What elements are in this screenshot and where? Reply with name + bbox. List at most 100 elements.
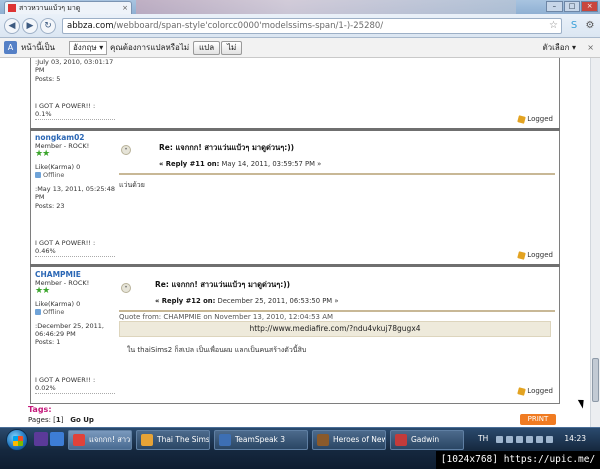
print-button[interactable]: PRINT <box>520 414 556 425</box>
chrome-icon <box>73 434 85 446</box>
firefox-icon <box>141 434 153 446</box>
close-window-icon[interactable]: × <box>581 1 599 12</box>
taskbar-item[interactable]: Gadwin <box>390 430 464 450</box>
taskbar-item-label: Thai The Sims ... <box>157 435 210 444</box>
author-power: I GOT A POWER!! : 0.46% <box>35 239 95 255</box>
forward-arrow-icon[interactable]: ▶ <box>22 18 38 34</box>
teamspeak-icon <box>219 434 231 446</box>
reply-date: May 14, 2011, 03:59:57 PM » <box>221 160 322 168</box>
language-select[interactable]: อังกฤษ ▾ <box>69 41 108 55</box>
author-status: Offline <box>35 171 115 179</box>
author-power-percent: 0.02% <box>35 384 56 392</box>
post-previous-author-info: :July 03, 2010, 03:01:17 PM Posts: 5 <box>35 58 113 83</box>
post-reply-info: « Reply #12 on: December 25, 2011, 06:53… <box>155 297 338 305</box>
divider <box>35 393 115 394</box>
quicklaunch-icon[interactable] <box>34 432 48 446</box>
author-posts: Posts: 1 <box>35 338 61 346</box>
post-author-info: CHAMPMIE Member - ROCK! ★★ Like(Karma) 0… <box>35 271 104 346</box>
post-subject[interactable]: Re: แจกกก! สาวแว่นแบ้วๆ มาดูด่วนๆ:)) <box>159 142 294 154</box>
translate-icon: A <box>4 41 17 54</box>
quote-header: Quote from: CHAMPMIE on November 13, 201… <box>119 313 334 321</box>
author-power-label: I GOT A POWER!! : <box>35 376 96 384</box>
maximize-icon[interactable]: □ <box>563 1 581 12</box>
author-name-link[interactable]: nongkam02 <box>35 134 115 142</box>
tags-label: Tags: <box>28 405 52 414</box>
tray-icon[interactable] <box>496 436 503 443</box>
translate-options-menu[interactable]: ตัวเลือก ▾ <box>542 39 576 57</box>
logged-label: Logged <box>527 115 553 123</box>
browser-window: สาวหวานแบ้วๆ มาดู × – □ × ◀ ▶ ↻ abbza.co… <box>0 0 600 469</box>
back-arrow-icon[interactable]: ◀ <box>4 18 20 34</box>
rank-stars-icon: ★★ <box>35 286 50 296</box>
author-joined: :May 13, 2011, 05:25:48 <box>35 185 115 193</box>
post-icon: • <box>121 283 131 293</box>
translate-question: คุณต้องการแปลหรือไม่ <box>110 43 190 52</box>
no-translate-button[interactable]: ไม่ <box>221 41 243 55</box>
tab-strip: สาวหวานแบ้วๆ มาดู × – □ × <box>0 0 600 14</box>
pages-end: ] <box>60 416 64 424</box>
post-previous-power-label: I GOT A POWER!! : <box>35 102 96 110</box>
game-icon <box>317 434 329 446</box>
logged-label: Logged <box>527 387 553 395</box>
translate-bar: A หน้านี้เป็น อังกฤษ ▾ คุณต้องการแปลหรือ… <box>0 38 600 58</box>
taskbar-item[interactable]: Thai The Sims ... <box>136 430 210 450</box>
translate-button[interactable]: แปล <box>193 41 221 55</box>
screenshot-watermark: [1024x768] https://upic.me/ <box>436 451 600 469</box>
post-previous-power: I GOT A POWER!! : 0.1% <box>35 102 95 118</box>
browser-tab[interactable]: สาวหวานแบ้วๆ มาดู × <box>4 1 132 14</box>
mouse-cursor-icon <box>577 397 588 409</box>
tray-icon[interactable] <box>516 436 523 443</box>
taskbar-strip: แจกกก! สาวแว่น... Thai The Sims ... Team… <box>0 427 600 451</box>
post-subject[interactable]: Re: แจกกก! สาวแว่นแบ้วๆ มาดูด่วนๆ:)) <box>155 279 290 291</box>
skype-icon[interactable]: S <box>568 20 580 32</box>
reply-date: December 25, 2011, 06:53:50 PM » <box>217 297 339 305</box>
post-previous-date: :July 03, 2010, 03:01:17 <box>35 58 114 66</box>
post-header-rule <box>119 310 555 312</box>
divider <box>35 256 115 257</box>
reply-number[interactable]: « Reply #11 on: <box>159 160 219 168</box>
tray-icon[interactable] <box>536 436 543 443</box>
post-header-rule <box>119 173 555 175</box>
taskbar-item-label: แจกกก! สาวแว่น... <box>89 435 131 444</box>
tab-close-icon[interactable]: × <box>122 2 128 14</box>
quicklaunch-icon[interactable] <box>50 432 64 446</box>
tray-icon[interactable] <box>506 436 513 443</box>
offline-icon <box>35 309 41 315</box>
karma-icon <box>517 114 527 124</box>
taskbar-item-label: Heroes of New... <box>333 435 386 444</box>
author-power: I GOT A POWER!! : 0.02% <box>35 376 95 392</box>
taskbar-item[interactable]: TeamSpeak 3 <box>214 430 308 450</box>
reload-icon[interactable]: ↻ <box>40 18 56 34</box>
author-power-percent: 0.46% <box>35 247 56 255</box>
gadwin-icon <box>395 434 407 446</box>
post-icon: • <box>121 145 131 155</box>
scrollbar-thumb[interactable] <box>592 358 599 402</box>
post-previous: :July 03, 2010, 03:01:17 PM Posts: 5 I G… <box>30 58 560 130</box>
translate-close-icon[interactable]: × <box>587 39 594 57</box>
url-path: /webboard/span-style'colorcc0000'modelss… <box>113 21 384 31</box>
scrollbar[interactable] <box>590 58 600 427</box>
url-input[interactable]: abbza.com/webboard/span-style'colorcc000… <box>62 18 562 34</box>
wrench-icon[interactable]: ⚙ <box>584 20 596 32</box>
bookmark-star-icon[interactable]: ☆ <box>549 19 558 33</box>
author-name-link[interactable]: CHAMPMIE <box>35 271 104 279</box>
window-controls: – □ × <box>546 1 599 12</box>
quote-link[interactable]: http://www.mediafire.com/?ndu4vkuj78gugx… <box>119 321 551 337</box>
rank-stars-icon: ★★ <box>35 149 50 159</box>
author-status: Offline <box>35 308 104 316</box>
post-reply-11: nongkam02 Member - ROCK! ★★ Like(Karma) … <box>30 131 560 265</box>
tray-icon[interactable] <box>546 436 553 443</box>
windows-logo-icon <box>13 436 23 446</box>
tray-icon[interactable] <box>526 436 533 443</box>
start-button[interactable] <box>6 429 28 451</box>
taskbar-item[interactable]: Heroes of New... <box>312 430 386 450</box>
taskbar-clock[interactable]: 14:23 <box>564 434 586 443</box>
go-up-link[interactable]: Go Up <box>70 416 94 424</box>
minimize-icon[interactable]: – <box>546 1 563 12</box>
reply-number[interactable]: « Reply #12 on: <box>155 297 215 305</box>
offline-icon <box>35 172 41 178</box>
taskbar-item[interactable]: แจกกก! สาวแว่น... <box>68 430 132 450</box>
author-status-label: Offline <box>43 171 65 179</box>
post-reply-info: « Reply #11 on: May 14, 2011, 03:59:57 P… <box>159 160 321 168</box>
language-indicator[interactable]: TH <box>478 434 488 443</box>
